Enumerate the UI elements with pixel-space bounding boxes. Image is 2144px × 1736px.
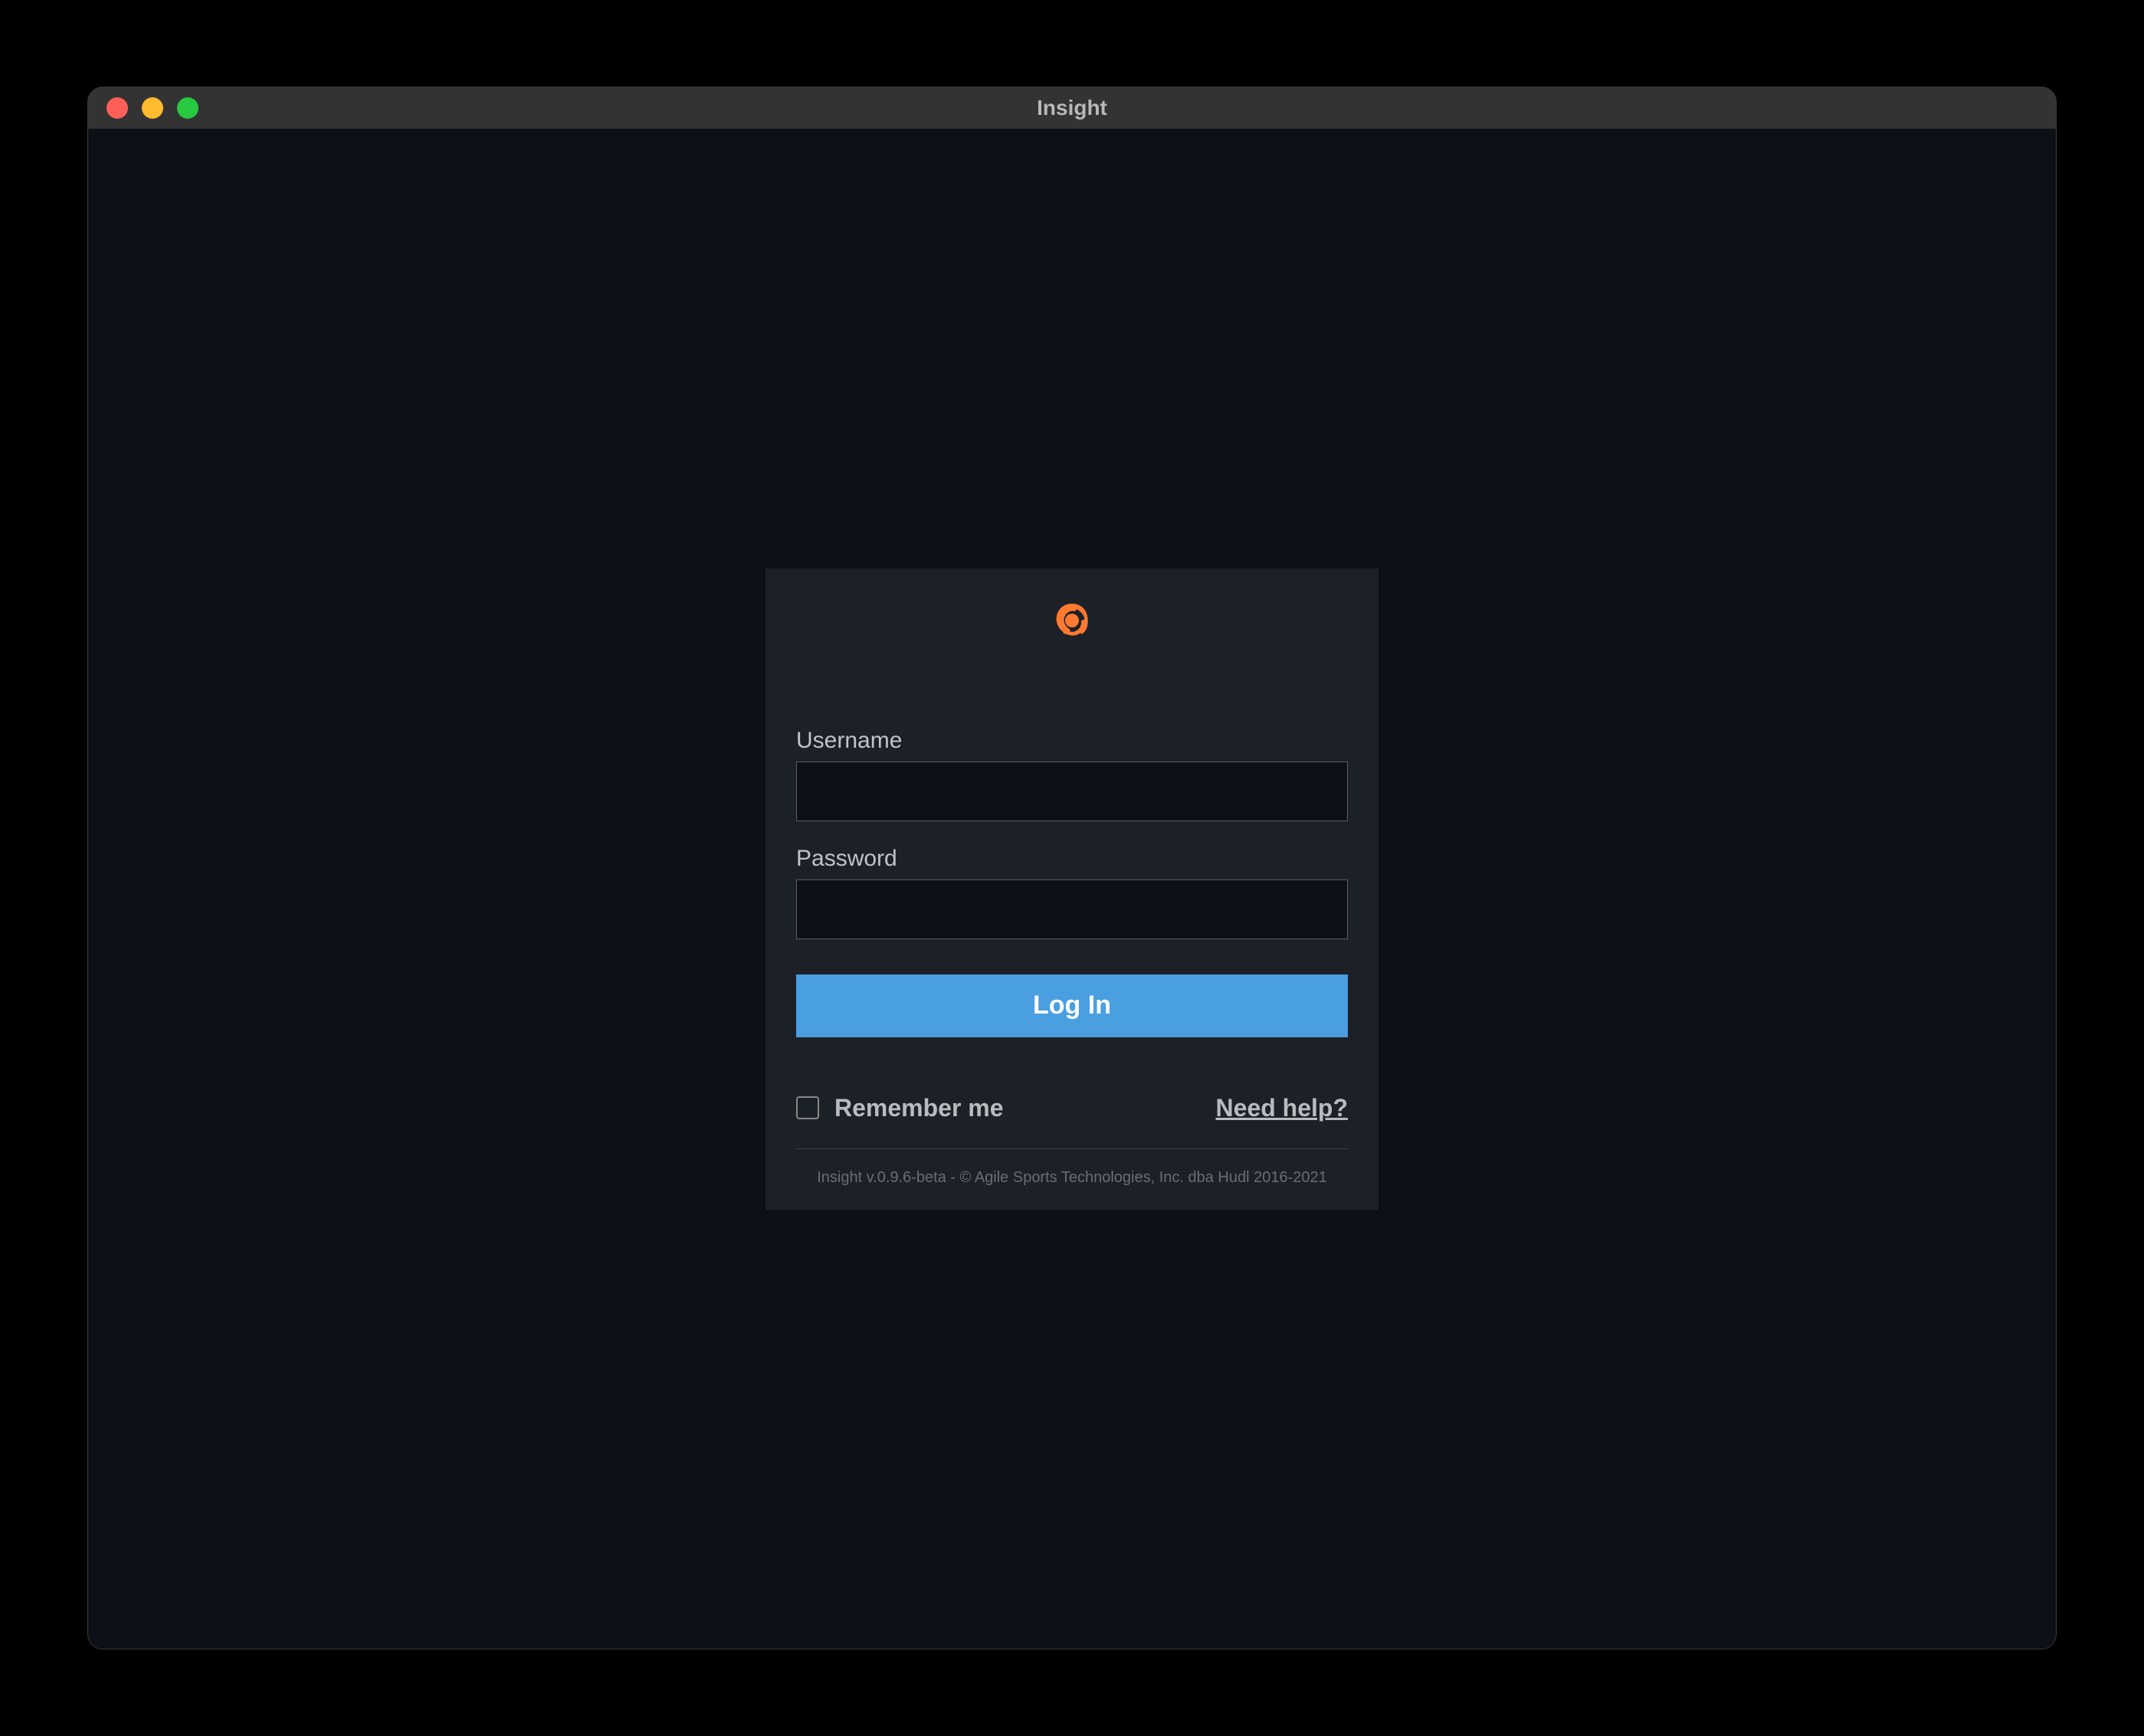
footer-text: Insight v.0.9.6-beta - © Agile Sports Te… (796, 1169, 1348, 1187)
password-field-group: Password (796, 846, 1348, 939)
hudl-logo-icon (1051, 601, 1093, 644)
login-button[interactable]: Log In (796, 974, 1348, 1037)
content-area: Username Password Log In Remember me Nee… (88, 129, 2056, 1649)
remember-group: Remember me (796, 1094, 1004, 1122)
traffic-lights (107, 97, 198, 119)
password-label: Password (796, 846, 1348, 872)
remember-checkbox[interactable] (796, 1096, 819, 1119)
remember-label[interactable]: Remember me (834, 1094, 1004, 1122)
window-title: Insight (1037, 96, 1107, 120)
username-field-group: Username (796, 728, 1348, 821)
options-row: Remember me Need help? (796, 1094, 1348, 1149)
help-link[interactable]: Need help? (1216, 1094, 1348, 1122)
logo-container (796, 601, 1348, 644)
login-panel: Username Password Log In Remember me Nee… (765, 568, 1379, 1210)
titlebar: Insight (88, 87, 2056, 129)
username-label: Username (796, 728, 1348, 754)
minimize-icon[interactable] (142, 97, 163, 119)
app-window: Insight Username Password (87, 87, 2057, 1649)
maximize-icon[interactable] (177, 97, 198, 119)
close-icon[interactable] (107, 97, 128, 119)
password-input[interactable] (796, 879, 1348, 939)
username-input[interactable] (796, 762, 1348, 821)
